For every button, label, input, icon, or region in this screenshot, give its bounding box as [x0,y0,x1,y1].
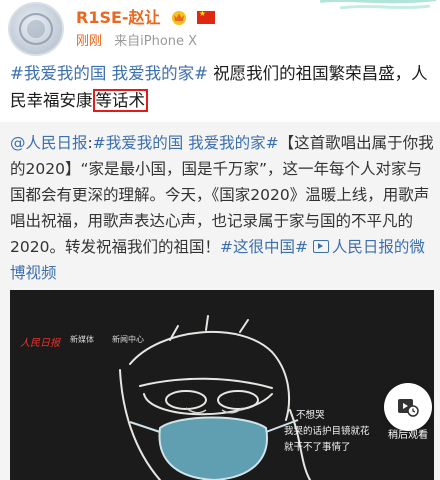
post-source: 来自iPhone X [114,34,198,49]
subtitle-line-3: 就干不了事情了 [284,442,351,453]
china-flag-icon [196,9,215,24]
watch-later-button[interactable] [384,383,432,431]
post-body: #我爱我的国 我爱我的家# 祝愿我们的祖国繁荣昌盛，人民幸福安康 等话术 [10,60,432,114]
post-time: 刚刚 [76,34,103,49]
watch-later-icon [398,399,419,417]
post-header: R1SE-赵让 刚刚 来自iPhone X [0,0,440,56]
username[interactable]: R1SE-赵让 [76,8,161,27]
avatar-center [27,20,45,38]
watch-later-label: 稍后观看 [388,430,428,441]
crown-icon [172,11,187,25]
username-row: R1SE-赵让 [76,4,215,28]
repost-topic2-link[interactable]: #这很中国# [220,238,308,256]
video-player[interactable]: 人民日报 新媒体 新闻中心 不想哭 我哭的话护目镜就花 就干不了事情了 [10,290,434,480]
repost-mention-link[interactable]: @人民日报 [10,134,88,152]
post-meta: 刚刚 来自iPhone X [76,30,197,49]
post-topic-link[interactable]: #我爱我的国 我爱我的家# [10,64,208,83]
brush-stroke-decoration [320,0,437,10]
repost-body: @人民日报:#我爱我的国 我爱我的家#【这首歌唱出属于你我的2020】“家是最小… [10,130,434,286]
avatar[interactable] [8,2,64,56]
video-icon [312,240,329,253]
highlighted-phrase: 等话术 [92,89,148,112]
repost-topic-link[interactable]: #我爱我的国 我爱我的家# [93,134,279,152]
